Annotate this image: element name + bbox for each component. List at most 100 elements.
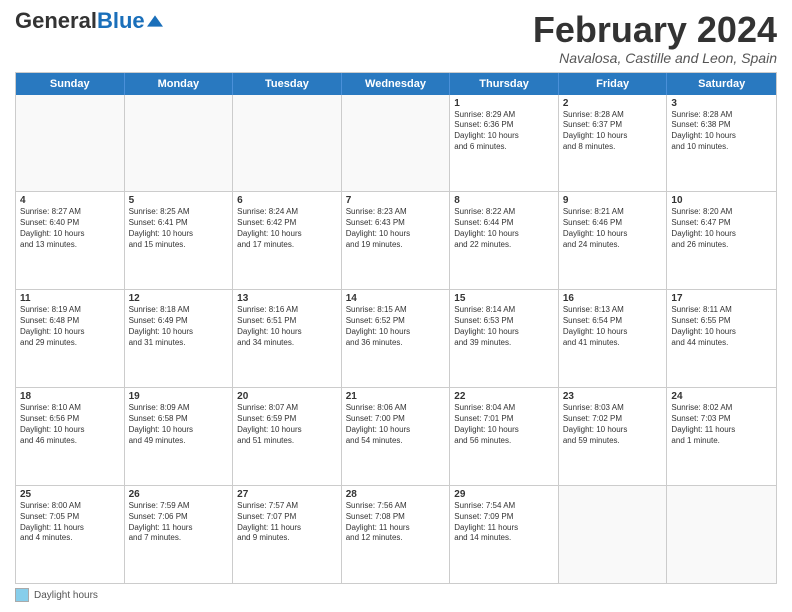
cal-cell: 21Sunrise: 8:06 AM Sunset: 7:00 PM Dayli… xyxy=(342,388,451,485)
cal-cell: 24Sunrise: 8:02 AM Sunset: 7:03 PM Dayli… xyxy=(667,388,776,485)
day-number: 9 xyxy=(563,195,663,206)
cell-info: Sunrise: 8:15 AM Sunset: 6:52 PM Dayligh… xyxy=(346,305,446,348)
cell-info: Sunrise: 8:16 AM Sunset: 6:51 PM Dayligh… xyxy=(237,305,337,348)
cal-cell: 19Sunrise: 8:09 AM Sunset: 6:58 PM Dayli… xyxy=(125,388,234,485)
cal-cell xyxy=(342,95,451,192)
logo-text: GeneralBlue xyxy=(15,10,145,32)
day-number: 12 xyxy=(129,293,229,304)
cal-cell: 10Sunrise: 8:20 AM Sunset: 6:47 PM Dayli… xyxy=(667,192,776,289)
cell-info: Sunrise: 7:59 AM Sunset: 7:06 PM Dayligh… xyxy=(129,501,229,544)
cell-info: Sunrise: 8:19 AM Sunset: 6:48 PM Dayligh… xyxy=(20,305,120,348)
cell-info: Sunrise: 8:24 AM Sunset: 6:42 PM Dayligh… xyxy=(237,207,337,250)
cal-cell: 2Sunrise: 8:28 AM Sunset: 6:37 PM Daylig… xyxy=(559,95,668,192)
cal-cell xyxy=(667,486,776,583)
cal-cell: 28Sunrise: 7:56 AM Sunset: 7:08 PM Dayli… xyxy=(342,486,451,583)
day-number: 19 xyxy=(129,391,229,402)
day-number: 25 xyxy=(20,489,120,500)
cell-info: Sunrise: 8:29 AM Sunset: 6:36 PM Dayligh… xyxy=(454,110,554,153)
day-number: 24 xyxy=(671,391,772,402)
cal-cell xyxy=(559,486,668,583)
cal-cell: 23Sunrise: 8:03 AM Sunset: 7:02 PM Dayli… xyxy=(559,388,668,485)
day-number: 22 xyxy=(454,391,554,402)
day-number: 2 xyxy=(563,98,663,109)
header-day-saturday: Saturday xyxy=(667,73,776,95)
cell-info: Sunrise: 8:28 AM Sunset: 6:38 PM Dayligh… xyxy=(671,110,772,153)
cal-week-4: 18Sunrise: 8:10 AM Sunset: 6:56 PM Dayli… xyxy=(16,388,776,486)
cell-info: Sunrise: 8:02 AM Sunset: 7:03 PM Dayligh… xyxy=(671,403,772,446)
cell-info: Sunrise: 8:18 AM Sunset: 6:49 PM Dayligh… xyxy=(129,305,229,348)
header-day-monday: Monday xyxy=(125,73,234,95)
page: GeneralBlue February 2024 Navalosa, Cast… xyxy=(0,0,792,612)
cell-info: Sunrise: 8:28 AM Sunset: 6:37 PM Dayligh… xyxy=(563,110,663,153)
cal-cell xyxy=(125,95,234,192)
cell-info: Sunrise: 7:56 AM Sunset: 7:08 PM Dayligh… xyxy=(346,501,446,544)
day-number: 21 xyxy=(346,391,446,402)
day-number: 28 xyxy=(346,489,446,500)
cal-week-3: 11Sunrise: 8:19 AM Sunset: 6:48 PM Dayli… xyxy=(16,290,776,388)
cell-info: Sunrise: 7:57 AM Sunset: 7:07 PM Dayligh… xyxy=(237,501,337,544)
day-number: 26 xyxy=(129,489,229,500)
calendar: SundayMondayTuesdayWednesdayThursdayFrid… xyxy=(15,72,777,584)
cal-cell: 6Sunrise: 8:24 AM Sunset: 6:42 PM Daylig… xyxy=(233,192,342,289)
cal-week-1: 1Sunrise: 8:29 AM Sunset: 6:36 PM Daylig… xyxy=(16,95,776,193)
footer-label: Daylight hours xyxy=(34,590,98,601)
cal-cell: 26Sunrise: 7:59 AM Sunset: 7:06 PM Dayli… xyxy=(125,486,234,583)
day-number: 20 xyxy=(237,391,337,402)
cal-cell: 18Sunrise: 8:10 AM Sunset: 6:56 PM Dayli… xyxy=(16,388,125,485)
cal-cell: 5Sunrise: 8:25 AM Sunset: 6:41 PM Daylig… xyxy=(125,192,234,289)
cal-cell: 13Sunrise: 8:16 AM Sunset: 6:51 PM Dayli… xyxy=(233,290,342,387)
daylight-swatch xyxy=(15,588,29,602)
cell-info: Sunrise: 8:06 AM Sunset: 7:00 PM Dayligh… xyxy=(346,403,446,446)
cal-cell: 4Sunrise: 8:27 AM Sunset: 6:40 PM Daylig… xyxy=(16,192,125,289)
cell-info: Sunrise: 8:20 AM Sunset: 6:47 PM Dayligh… xyxy=(671,207,772,250)
cell-info: Sunrise: 8:10 AM Sunset: 6:56 PM Dayligh… xyxy=(20,403,120,446)
cell-info: Sunrise: 7:54 AM Sunset: 7:09 PM Dayligh… xyxy=(454,501,554,544)
cell-info: Sunrise: 8:23 AM Sunset: 6:43 PM Dayligh… xyxy=(346,207,446,250)
logo-icon xyxy=(147,15,163,27)
month-title: February 2024 xyxy=(533,10,777,50)
day-number: 11 xyxy=(20,293,120,304)
calendar-header: SundayMondayTuesdayWednesdayThursdayFrid… xyxy=(16,73,776,95)
logo: GeneralBlue xyxy=(15,10,163,32)
day-number: 1 xyxy=(454,98,554,109)
cal-cell: 3Sunrise: 8:28 AM Sunset: 6:38 PM Daylig… xyxy=(667,95,776,192)
day-number: 13 xyxy=(237,293,337,304)
day-number: 7 xyxy=(346,195,446,206)
cal-cell: 9Sunrise: 8:21 AM Sunset: 6:46 PM Daylig… xyxy=(559,192,668,289)
header: GeneralBlue February 2024 Navalosa, Cast… xyxy=(15,10,777,66)
header-day-thursday: Thursday xyxy=(450,73,559,95)
day-number: 8 xyxy=(454,195,554,206)
cell-info: Sunrise: 8:25 AM Sunset: 6:41 PM Dayligh… xyxy=(129,207,229,250)
cell-info: Sunrise: 8:27 AM Sunset: 6:40 PM Dayligh… xyxy=(20,207,120,250)
cell-info: Sunrise: 8:04 AM Sunset: 7:01 PM Dayligh… xyxy=(454,403,554,446)
cal-cell: 1Sunrise: 8:29 AM Sunset: 6:36 PM Daylig… xyxy=(450,95,559,192)
day-number: 3 xyxy=(671,98,772,109)
day-number: 14 xyxy=(346,293,446,304)
cal-cell: 22Sunrise: 8:04 AM Sunset: 7:01 PM Dayli… xyxy=(450,388,559,485)
cal-week-2: 4Sunrise: 8:27 AM Sunset: 6:40 PM Daylig… xyxy=(16,192,776,290)
cal-cell: 27Sunrise: 7:57 AM Sunset: 7:07 PM Dayli… xyxy=(233,486,342,583)
logo-blue: Blue xyxy=(97,8,145,33)
cell-info: Sunrise: 8:07 AM Sunset: 6:59 PM Dayligh… xyxy=(237,403,337,446)
day-number: 5 xyxy=(129,195,229,206)
cal-cell: 8Sunrise: 8:22 AM Sunset: 6:44 PM Daylig… xyxy=(450,192,559,289)
day-number: 10 xyxy=(671,195,772,206)
cal-cell: 17Sunrise: 8:11 AM Sunset: 6:55 PM Dayli… xyxy=(667,290,776,387)
header-day-sunday: Sunday xyxy=(16,73,125,95)
day-number: 29 xyxy=(454,489,554,500)
cal-cell: 16Sunrise: 8:13 AM Sunset: 6:54 PM Dayli… xyxy=(559,290,668,387)
cell-info: Sunrise: 8:14 AM Sunset: 6:53 PM Dayligh… xyxy=(454,305,554,348)
cell-info: Sunrise: 8:21 AM Sunset: 6:46 PM Dayligh… xyxy=(563,207,663,250)
cal-cell: 20Sunrise: 8:07 AM Sunset: 6:59 PM Dayli… xyxy=(233,388,342,485)
day-number: 6 xyxy=(237,195,337,206)
cal-cell: 14Sunrise: 8:15 AM Sunset: 6:52 PM Dayli… xyxy=(342,290,451,387)
day-number: 17 xyxy=(671,293,772,304)
cell-info: Sunrise: 8:11 AM Sunset: 6:55 PM Dayligh… xyxy=(671,305,772,348)
cal-cell xyxy=(16,95,125,192)
cell-info: Sunrise: 8:09 AM Sunset: 6:58 PM Dayligh… xyxy=(129,403,229,446)
day-number: 18 xyxy=(20,391,120,402)
cell-info: Sunrise: 8:00 AM Sunset: 7:05 PM Dayligh… xyxy=(20,501,120,544)
header-day-wednesday: Wednesday xyxy=(342,73,451,95)
cal-cell xyxy=(233,95,342,192)
cal-cell: 11Sunrise: 8:19 AM Sunset: 6:48 PM Dayli… xyxy=(16,290,125,387)
